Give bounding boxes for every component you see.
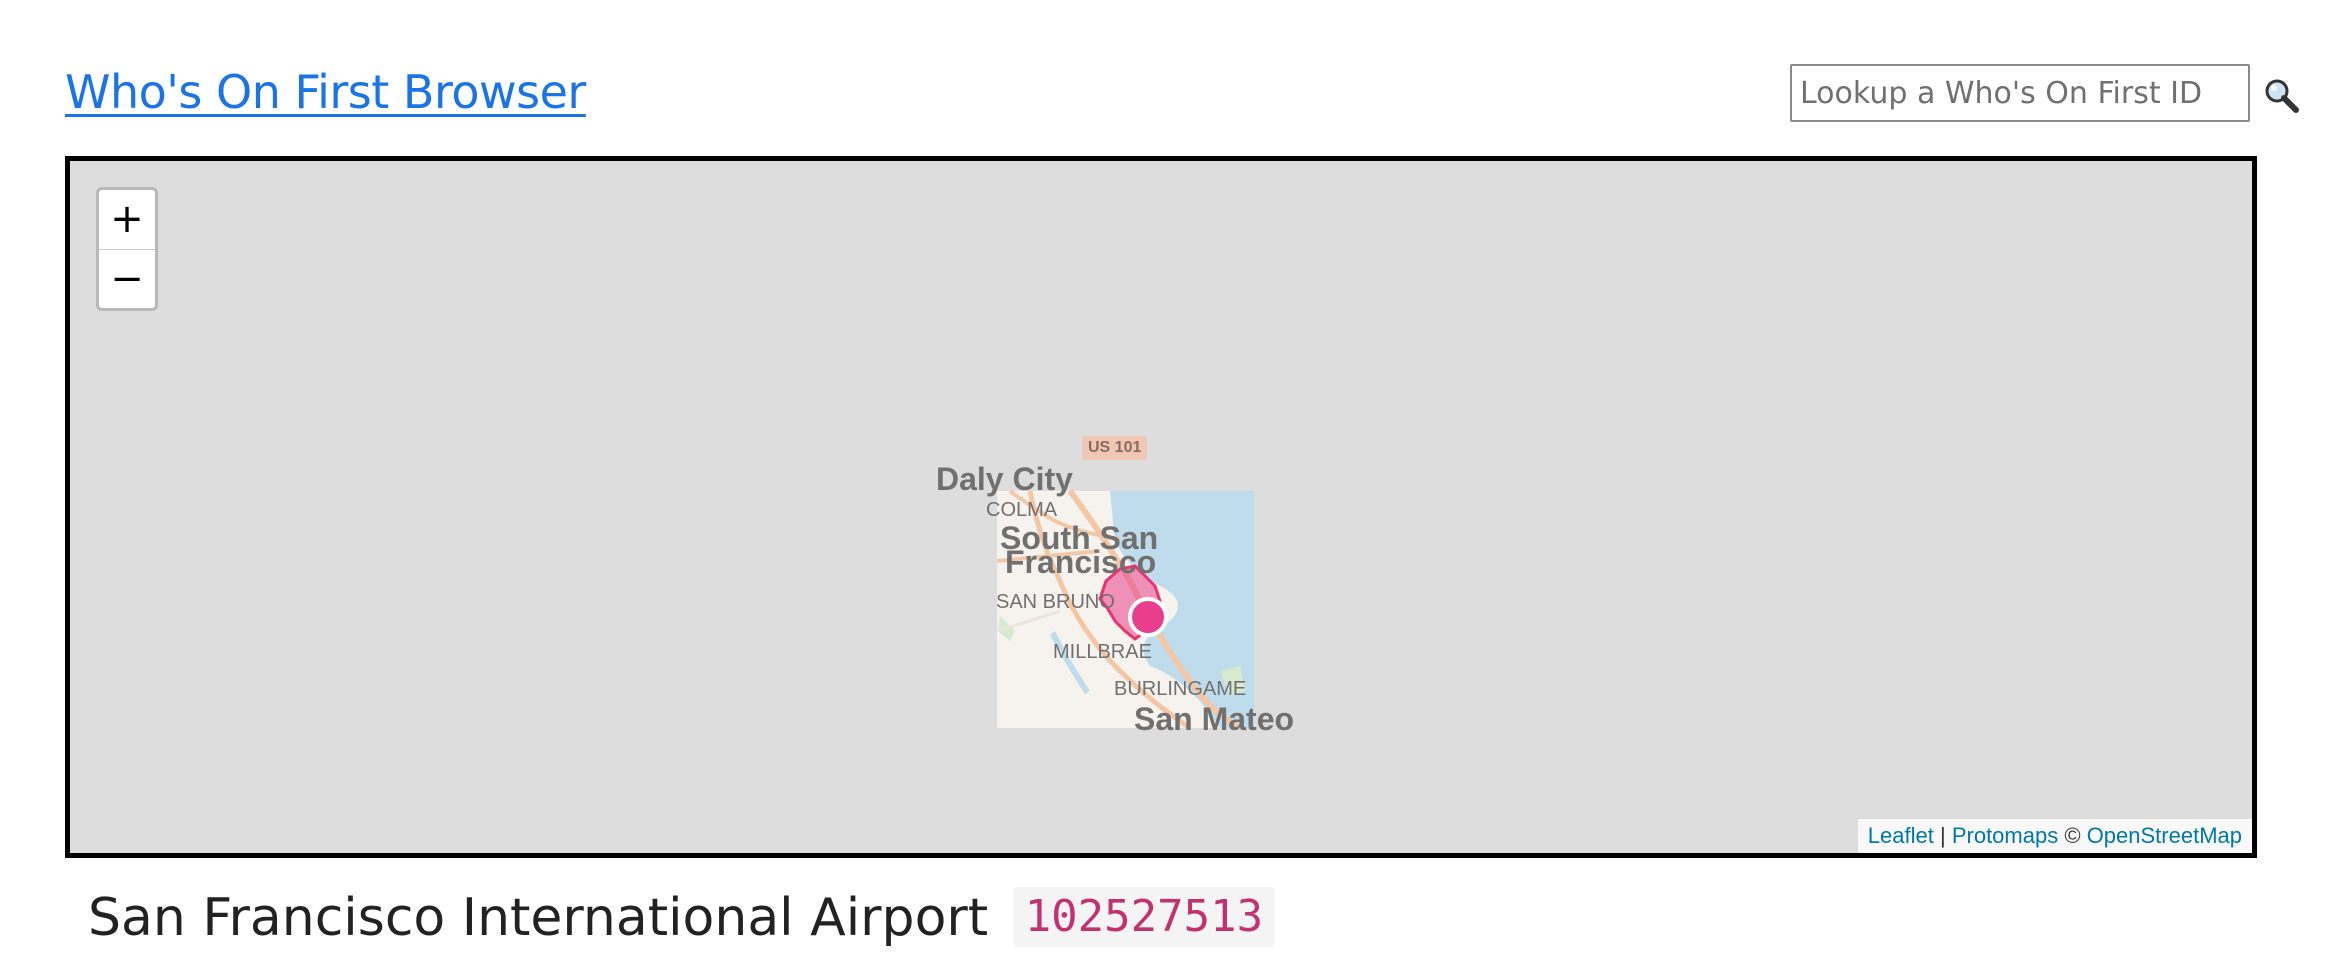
copyright-symbol: ©	[2064, 823, 2081, 848]
site-title-link[interactable]: Who's On First Browser	[65, 62, 586, 122]
zoom-out-button[interactable]: −	[99, 250, 155, 309]
map-tiles	[996, 489, 1254, 731]
place-name: San Francisco International Airport	[88, 888, 989, 948]
label-colma: COLMA	[986, 499, 1058, 521]
map-container[interactable]: US 101 Daly City COLMA South San Francis…	[65, 156, 2257, 858]
label-san-mateo: San Mateo	[1134, 701, 1295, 737]
search-icon[interactable]	[2262, 76, 2302, 116]
attribution-separator: |	[1939, 823, 1946, 848]
place-heading: San Francisco International Airport 1025…	[88, 884, 1276, 952]
label-south-san-francisco-line2: Francisco	[1005, 544, 1157, 580]
openstreetmap-link[interactable]: OpenStreetMap	[2087, 823, 2242, 848]
protomaps-link[interactable]: Protomaps	[1952, 823, 2058, 848]
label-millbrae: MILLBRAE	[1053, 641, 1152, 663]
page-header: Who's On First Browser	[0, 0, 2340, 150]
route-shield-us101: US 101	[1082, 436, 1148, 460]
map-attribution: Leaflet | Protomaps © OpenStreetMap	[1857, 819, 2252, 853]
zoom-in-button[interactable]: +	[99, 190, 155, 250]
place-id-badge: 102527513	[1012, 887, 1276, 947]
label-burlingame: BURLINGAME	[1114, 678, 1247, 700]
label-san-bruno: SAN BRUNO	[996, 591, 1115, 613]
place-marker	[1128, 597, 1168, 637]
leaflet-link[interactable]: Leaflet	[1868, 823, 1934, 848]
label-daly-city: Daly City	[936, 461, 1073, 497]
zoom-control: + −	[96, 187, 158, 311]
lookup-id-input[interactable]	[1790, 64, 2250, 122]
